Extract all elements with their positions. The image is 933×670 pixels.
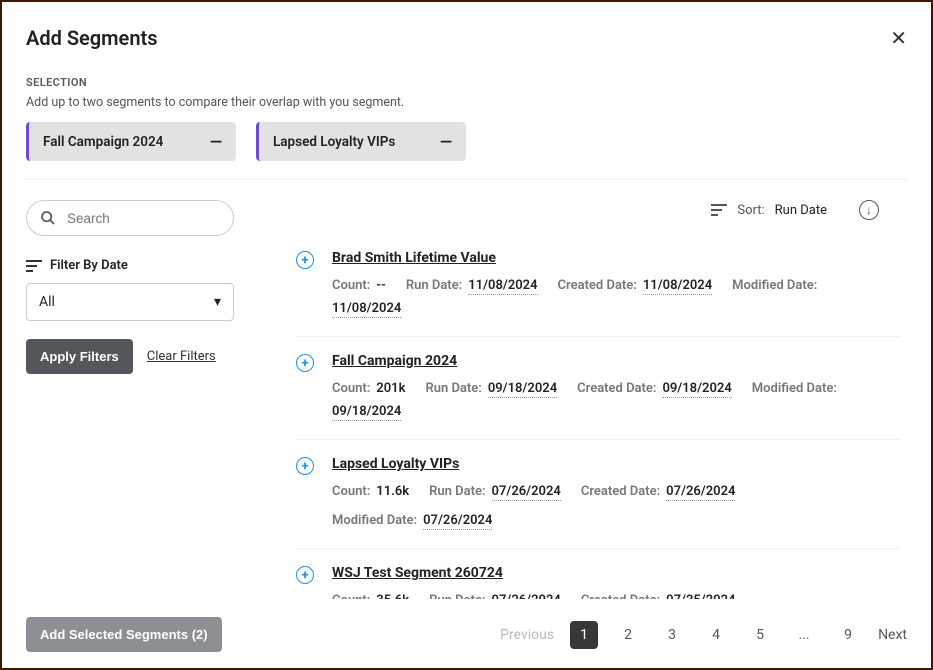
add-segment-icon[interactable]: + [296, 251, 314, 269]
filters-panel: Filter By Date All ▾ Apply Filters Clear… [26, 200, 256, 599]
search-input[interactable] [26, 200, 234, 236]
add-segment-icon[interactable]: + [296, 354, 314, 372]
selection-sub: Add up to two segments to compare their … [26, 95, 907, 110]
sort-label: Sort: [737, 203, 764, 218]
chip-fall-campaign[interactable]: Fall Campaign 2024 — [26, 122, 236, 161]
segment-row: + Brad Smith Lifetime Value Count: -- Run Da… [296, 234, 899, 337]
filter-actions: Apply Filters Clear Filters [26, 339, 256, 374]
segment-row: + Lapsed Loyalty VIPs Count: 11.6k Run Date:… [296, 440, 899, 549]
meta-key: Count: [332, 278, 370, 293]
sort-row: Sort: Run Date ↓ [296, 200, 907, 220]
meta-value: 07/26/2024 [423, 513, 492, 530]
sort-value[interactable]: Run Date [775, 203, 827, 218]
meta-key: Created Date: [581, 484, 660, 499]
body: Filter By Date All ▾ Apply Filters Clear… [26, 200, 907, 599]
meta-value: 09/18/2024 [662, 381, 731, 398]
prev-button[interactable]: Previous [500, 627, 554, 643]
meta-value: 11/08/2024 [468, 278, 537, 295]
meta-key: Run Date: [429, 593, 485, 599]
filter-lines-icon [26, 260, 42, 272]
remove-icon[interactable]: — [210, 132, 222, 151]
meta-value: -- [376, 278, 386, 294]
page-number[interactable]: 4 [702, 621, 730, 649]
segment-name[interactable]: Lapsed Loyalty VIPs [332, 456, 899, 472]
results-panel: Sort: Run Date ↓ + Brad Smith Lifetime Va… [256, 200, 907, 599]
segment-name[interactable]: WSJ Test Segment 260724 [332, 565, 899, 581]
meta-value: 201k [376, 381, 405, 397]
select-value: All [39, 294, 55, 310]
next-button[interactable]: Next [878, 627, 907, 643]
dialog: Add Segments ✕ SELECTION Add up to two s… [0, 0, 933, 670]
selected-chips: Fall Campaign 2024 — Lapsed Loyalty VIPs… [26, 122, 907, 180]
search-icon [40, 210, 56, 226]
meta-key: Created Date: [581, 593, 660, 599]
page-number[interactable]: 2 [614, 621, 642, 649]
meta-value: 11/08/2024 [643, 278, 712, 295]
page-number[interactable]: 3 [658, 621, 686, 649]
meta-value: 09/18/2024 [332, 404, 401, 421]
page-number[interactable]: 5 [746, 621, 774, 649]
sort-direction-toggle[interactable]: ↓ [859, 200, 879, 220]
meta-value: 07/26/2024 [666, 484, 735, 501]
meta-key: Run Date: [425, 381, 481, 396]
segment-meta: Count: 201k Run Date: 09/18/2024 Created Dat… [332, 381, 899, 421]
meta-key: Count: [332, 381, 370, 396]
remove-icon[interactable]: — [440, 132, 452, 151]
meta-value: 07/26/2024 [492, 593, 561, 599]
add-selected-button[interactable]: Add Selected Segments (2) [26, 617, 222, 652]
meta-key: Count: [332, 593, 370, 599]
meta-value: 07/26/2024 [492, 484, 561, 501]
apply-filters-button[interactable]: Apply Filters [26, 339, 133, 374]
meta-key: Modified Date: [332, 513, 417, 528]
add-segment-icon[interactable]: + [296, 566, 314, 584]
page-number[interactable]: 9 [834, 621, 862, 649]
chip-lapsed-loyalty[interactable]: Lapsed Loyalty VIPs — [256, 122, 466, 161]
close-icon[interactable]: ✕ [890, 26, 907, 50]
add-segment-icon[interactable]: + [296, 457, 314, 475]
chevron-down-icon: ▾ [214, 294, 221, 310]
meta-value: 35.6k [376, 593, 409, 599]
footer: Add Selected Segments (2) Previous 12345… [26, 599, 907, 668]
selection-label: SELECTION [26, 76, 907, 89]
meta-key: Run Date: [406, 278, 462, 293]
segment-list[interactable]: + Brad Smith Lifetime Value Count: -- Run Da… [296, 234, 907, 599]
meta-value: 07/25/2024 [666, 593, 735, 599]
meta-value: 09/18/2024 [488, 381, 557, 398]
meta-key: Modified Date: [752, 381, 837, 396]
segment-name[interactable]: Fall Campaign 2024 [332, 353, 899, 369]
clear-filters-link[interactable]: Clear Filters [147, 349, 216, 364]
chip-label: Fall Campaign 2024 [43, 134, 163, 150]
meta-value: 11.6k [376, 484, 409, 500]
date-filter-select[interactable]: All ▾ [26, 283, 234, 321]
meta-key: Created Date: [558, 278, 637, 293]
meta-key: Created Date: [577, 381, 656, 396]
meta-key: Run Date: [429, 484, 485, 499]
pagination: Previous 12345... 9 Next [500, 621, 907, 649]
meta-key: Count: [332, 484, 370, 499]
segment-meta: Count: -- Run Date: 11/08/2024 Created Date:… [332, 278, 899, 318]
segment-row: + Fall Campaign 2024 Count: 201k Run Date: 09… [296, 337, 899, 440]
sort-lines-icon [711, 204, 727, 216]
search-wrap [26, 200, 256, 236]
meta-value: 11/08/2024 [332, 301, 401, 318]
filter-by-date-label: Filter By Date [26, 258, 256, 273]
segment-meta: Count: 35.6k Run Date: 07/26/2024 Created Da… [332, 593, 899, 599]
segment-name[interactable]: Brad Smith Lifetime Value [332, 250, 899, 266]
segment-meta: Count: 11.6k Run Date: 07/26/2024 Created Da… [332, 484, 899, 530]
page-ellipsis: ... [790, 621, 818, 649]
segment-row: + WSJ Test Segment 260724 Count: 35.6k Run D… [296, 549, 899, 599]
meta-key: Modified Date: [732, 278, 817, 293]
dialog-header: Add Segments ✕ [26, 26, 907, 50]
chip-label: Lapsed Loyalty VIPs [273, 134, 395, 150]
dialog-title: Add Segments [26, 26, 158, 50]
page-number[interactable]: 1 [570, 621, 598, 649]
